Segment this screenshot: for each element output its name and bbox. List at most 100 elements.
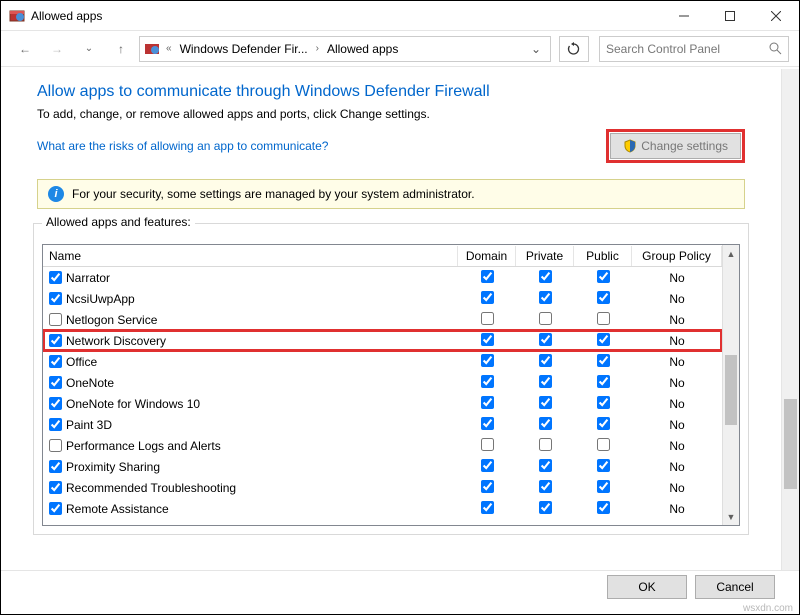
row-domain-checkbox[interactable] bbox=[481, 333, 494, 346]
table-row[interactable]: Network DiscoveryNo bbox=[43, 330, 722, 351]
row-domain-checkbox[interactable] bbox=[481, 417, 494, 430]
table-row[interactable]: Proximity SharingNo bbox=[43, 456, 722, 477]
address-dropdown[interactable]: ⌄ bbox=[526, 42, 546, 56]
forward-button[interactable]: → bbox=[43, 35, 71, 63]
row-gp: No bbox=[669, 313, 684, 327]
row-private-checkbox[interactable] bbox=[539, 333, 552, 346]
cancel-button[interactable]: Cancel bbox=[695, 575, 775, 599]
dialog-footer: OK Cancel bbox=[1, 570, 799, 602]
table-scrollbar[interactable]: ▲ ▼ bbox=[722, 245, 739, 525]
table-row[interactable]: NcsiUwpAppNo bbox=[43, 288, 722, 309]
row-domain-checkbox[interactable] bbox=[481, 270, 494, 283]
row-public-checkbox[interactable] bbox=[597, 501, 610, 514]
row-public-checkbox[interactable] bbox=[597, 354, 610, 367]
row-private-checkbox[interactable] bbox=[539, 501, 552, 514]
row-private-checkbox[interactable] bbox=[539, 270, 552, 283]
table-row[interactable]: NarratorNo bbox=[43, 267, 722, 288]
refresh-icon bbox=[567, 42, 581, 56]
recent-dropdown[interactable]: ⌄ bbox=[75, 35, 103, 63]
table-row[interactable]: OneNoteNo bbox=[43, 372, 722, 393]
table-row[interactable]: OneNote for Windows 10No bbox=[43, 393, 722, 414]
row-public-checkbox[interactable] bbox=[597, 438, 610, 451]
page-scrollbar[interactable] bbox=[781, 69, 799, 570]
breadcrumb-segment[interactable]: Allowed apps bbox=[325, 42, 400, 56]
row-enable-checkbox[interactable] bbox=[49, 376, 62, 389]
row-enable-checkbox[interactable] bbox=[49, 397, 62, 410]
scroll-down-icon[interactable]: ▼ bbox=[723, 508, 739, 525]
table-row[interactable]: Paint 3D No bbox=[43, 414, 722, 435]
search-input[interactable]: Search Control Panel bbox=[599, 36, 789, 62]
row-domain-checkbox[interactable] bbox=[481, 312, 494, 325]
col-private[interactable]: Private bbox=[516, 246, 574, 266]
row-domain-checkbox[interactable] bbox=[481, 438, 494, 451]
row-enable-checkbox[interactable] bbox=[49, 292, 62, 305]
row-private-checkbox[interactable] bbox=[539, 459, 552, 472]
row-private-checkbox[interactable] bbox=[539, 375, 552, 388]
col-group-policy[interactable]: Group Policy bbox=[632, 246, 722, 266]
row-public-checkbox[interactable] bbox=[597, 312, 610, 325]
row-enable-checkbox[interactable] bbox=[49, 355, 62, 368]
row-public-checkbox[interactable] bbox=[597, 396, 610, 409]
scroll-up-icon[interactable]: ▲ bbox=[723, 245, 739, 262]
row-private-checkbox[interactable] bbox=[539, 291, 552, 304]
table-row[interactable]: Recommended TroubleshootingNo bbox=[43, 477, 722, 498]
row-public-checkbox[interactable] bbox=[597, 333, 610, 346]
row-enable-checkbox[interactable] bbox=[49, 502, 62, 515]
link-row: What are the risks of allowing an app to… bbox=[37, 129, 745, 163]
back-button[interactable]: ← bbox=[11, 35, 39, 63]
row-domain-checkbox[interactable] bbox=[481, 396, 494, 409]
row-private-checkbox[interactable] bbox=[539, 417, 552, 430]
col-domain[interactable]: Domain bbox=[458, 246, 516, 266]
row-enable-checkbox[interactable] bbox=[49, 334, 62, 347]
table-row[interactable]: OfficeNo bbox=[43, 351, 722, 372]
info-bar: i For your security, some settings are m… bbox=[37, 179, 745, 209]
row-domain-checkbox[interactable] bbox=[481, 375, 494, 388]
table-body: NarratorNo NcsiUwpAppNo Netlogon Service… bbox=[43, 267, 722, 519]
row-public-checkbox[interactable] bbox=[597, 480, 610, 493]
row-public-checkbox[interactable] bbox=[597, 417, 610, 430]
row-private-checkbox[interactable] bbox=[539, 438, 552, 451]
row-name: Proximity Sharing bbox=[66, 460, 160, 474]
row-private-checkbox[interactable] bbox=[539, 396, 552, 409]
risks-link[interactable]: What are the risks of allowing an app to… bbox=[37, 139, 328, 153]
row-enable-checkbox[interactable] bbox=[49, 313, 62, 326]
row-public-checkbox[interactable] bbox=[597, 291, 610, 304]
row-domain-checkbox[interactable] bbox=[481, 354, 494, 367]
row-enable-checkbox[interactable] bbox=[49, 481, 62, 494]
row-gp: No bbox=[669, 418, 684, 432]
ok-button[interactable]: OK bbox=[607, 575, 687, 599]
col-public[interactable]: Public bbox=[574, 246, 632, 266]
page-scroll-thumb[interactable] bbox=[784, 399, 797, 489]
row-enable-checkbox[interactable] bbox=[49, 418, 62, 431]
refresh-button[interactable] bbox=[559, 36, 589, 62]
row-domain-checkbox[interactable] bbox=[481, 459, 494, 472]
maximize-button[interactable] bbox=[707, 1, 753, 31]
col-name[interactable]: Name bbox=[43, 246, 458, 266]
close-button[interactable] bbox=[753, 1, 799, 31]
row-public-checkbox[interactable] bbox=[597, 375, 610, 388]
row-private-checkbox[interactable] bbox=[539, 312, 552, 325]
row-domain-checkbox[interactable] bbox=[481, 291, 494, 304]
row-name: Paint 3D bbox=[66, 418, 112, 432]
allowed-apps-group: Allowed apps and features: Name Domain P… bbox=[33, 223, 749, 535]
row-domain-checkbox[interactable] bbox=[481, 480, 494, 493]
row-enable-checkbox[interactable] bbox=[49, 439, 62, 452]
minimize-button[interactable] bbox=[661, 1, 707, 31]
table-row[interactable]: Performance Logs and AlertsNo bbox=[43, 435, 722, 456]
row-enable-checkbox[interactable] bbox=[49, 460, 62, 473]
row-private-checkbox[interactable] bbox=[539, 480, 552, 493]
breadcrumb-segment[interactable]: Windows Defender Fir... bbox=[178, 42, 310, 56]
row-private-checkbox[interactable] bbox=[539, 354, 552, 367]
scroll-thumb[interactable] bbox=[725, 355, 737, 425]
row-public-checkbox[interactable] bbox=[597, 270, 610, 283]
row-enable-checkbox[interactable] bbox=[49, 271, 62, 284]
row-domain-checkbox[interactable] bbox=[481, 501, 494, 514]
table-row[interactable]: Remote AssistanceNo bbox=[43, 498, 722, 519]
up-button[interactable]: ↑ bbox=[107, 35, 135, 63]
page-title: Allow apps to communicate through Window… bbox=[37, 83, 745, 101]
change-settings-button[interactable]: Change settings bbox=[610, 133, 741, 159]
table-row[interactable]: Netlogon ServiceNo bbox=[43, 309, 722, 330]
address-bar[interactable]: « Windows Defender Fir... › Allowed apps… bbox=[139, 36, 551, 62]
watermark: wsxdn.com bbox=[743, 603, 793, 614]
row-public-checkbox[interactable] bbox=[597, 459, 610, 472]
